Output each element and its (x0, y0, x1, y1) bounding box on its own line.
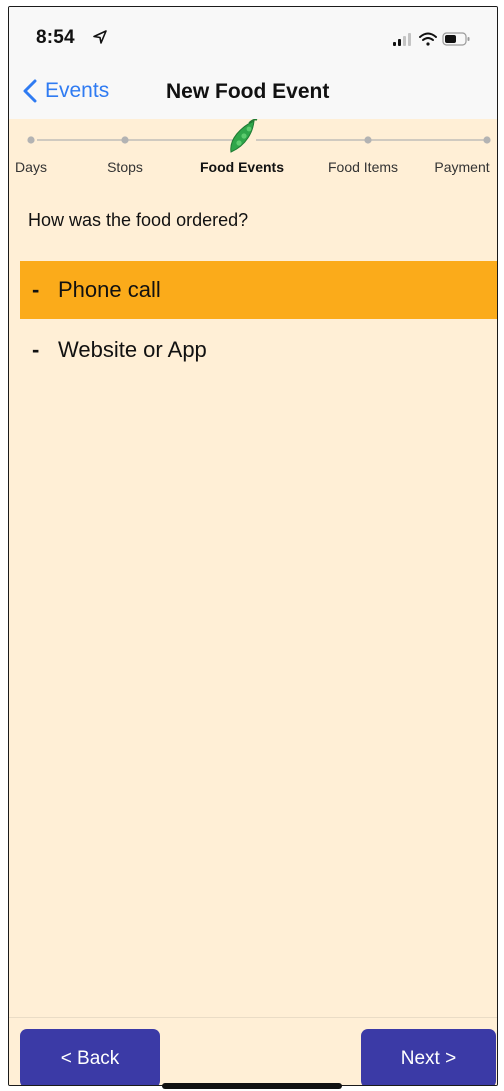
pea-pod-icon (230, 119, 258, 153)
option-label: Website or App (58, 337, 207, 362)
chevron-left-icon (23, 79, 37, 103)
option-website-or-app[interactable]: - Website or App (20, 321, 497, 379)
question-content: How was the food ordered? - Phone call -… (9, 185, 497, 1017)
next-button[interactable]: Next > (361, 1029, 496, 1085)
footer-bar: < Back Next > (9, 1017, 497, 1085)
step-label-stops: Stops (107, 159, 143, 175)
back-link-label: Events (45, 79, 110, 102)
cellular-signal-icon (393, 33, 411, 46)
step-label-days: Days (15, 159, 47, 175)
home-indicator (162, 1083, 342, 1089)
progress-stepper: Days Stops Food Events Food Items Paymen… (9, 119, 497, 185)
stepper-track (27, 119, 491, 153)
back-to-events-link[interactable]: Events (23, 75, 109, 107)
step-label-payment: Payment (434, 159, 490, 175)
status-icons (393, 32, 470, 46)
location-arrow-icon (93, 30, 107, 44)
question-text: How was the food ordered? (28, 210, 249, 230)
wifi-icon (419, 32, 437, 46)
status-bar: 8:54 (9, 7, 497, 61)
step-label-food-events: Food Events (199, 159, 285, 175)
step-dot-days (27, 136, 35, 144)
status-time: 8:54 (36, 27, 75, 48)
navigation-bar: Events New Food Event (9, 61, 497, 120)
back-button[interactable]: < Back (20, 1029, 160, 1085)
battery-icon (442, 32, 470, 46)
option-bullet: - (32, 277, 40, 302)
option-bullet: - (32, 337, 40, 362)
step-label-food-items: Food Items (327, 159, 399, 175)
step-dot-food-items (364, 136, 372, 144)
step-dot-stops (121, 136, 129, 144)
option-label: Phone call (58, 277, 161, 302)
option-phone-call[interactable]: - Phone call (20, 261, 497, 319)
phone-screen: 8:54 Events New Food Event Days Stops Fo… (8, 6, 498, 1086)
step-dot-payment (483, 136, 491, 144)
page-title: New Food Event (166, 80, 330, 103)
